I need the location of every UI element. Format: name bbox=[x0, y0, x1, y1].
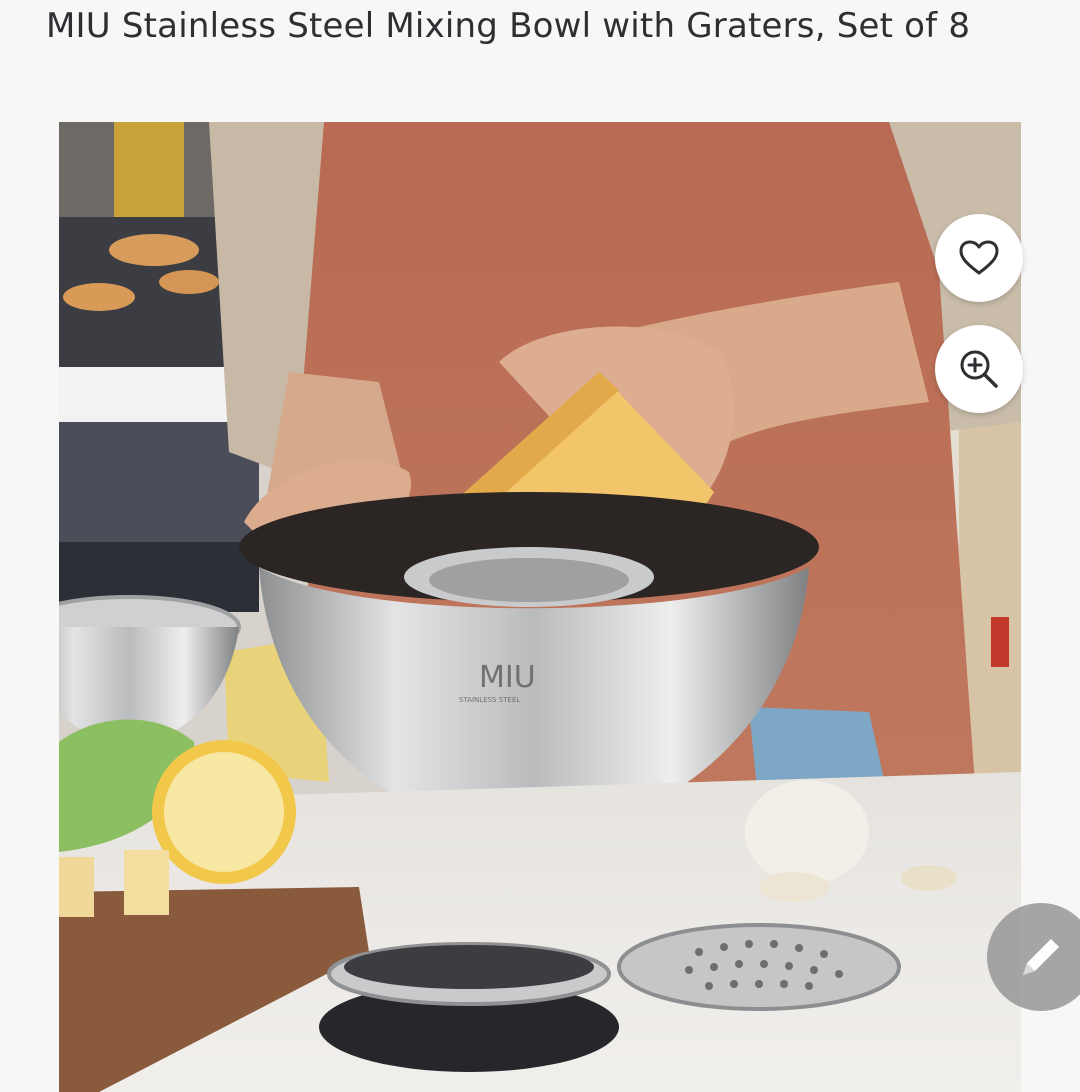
bowl-brand-subtext: STAINLESS STEEL bbox=[459, 696, 520, 704]
bowl-brand-mark: MIU bbox=[479, 660, 536, 695]
zoom-button[interactable] bbox=[935, 325, 1023, 413]
product-page: MIU Stainless Steel Mixing Bowl with Gra… bbox=[0, 0, 1080, 1092]
zoom-in-icon bbox=[960, 350, 998, 388]
pencil-icon bbox=[1023, 939, 1059, 975]
heart-icon bbox=[959, 240, 999, 275]
product-title: MIU Stainless Steel Mixing Bowl with Gra… bbox=[46, 6, 971, 46]
product-image[interactable]: MIU STAINLESS STEEL bbox=[59, 122, 1021, 1092]
product-photo-illustration: MIU STAINLESS STEEL bbox=[59, 122, 1021, 1092]
favorite-button[interactable] bbox=[935, 214, 1023, 302]
